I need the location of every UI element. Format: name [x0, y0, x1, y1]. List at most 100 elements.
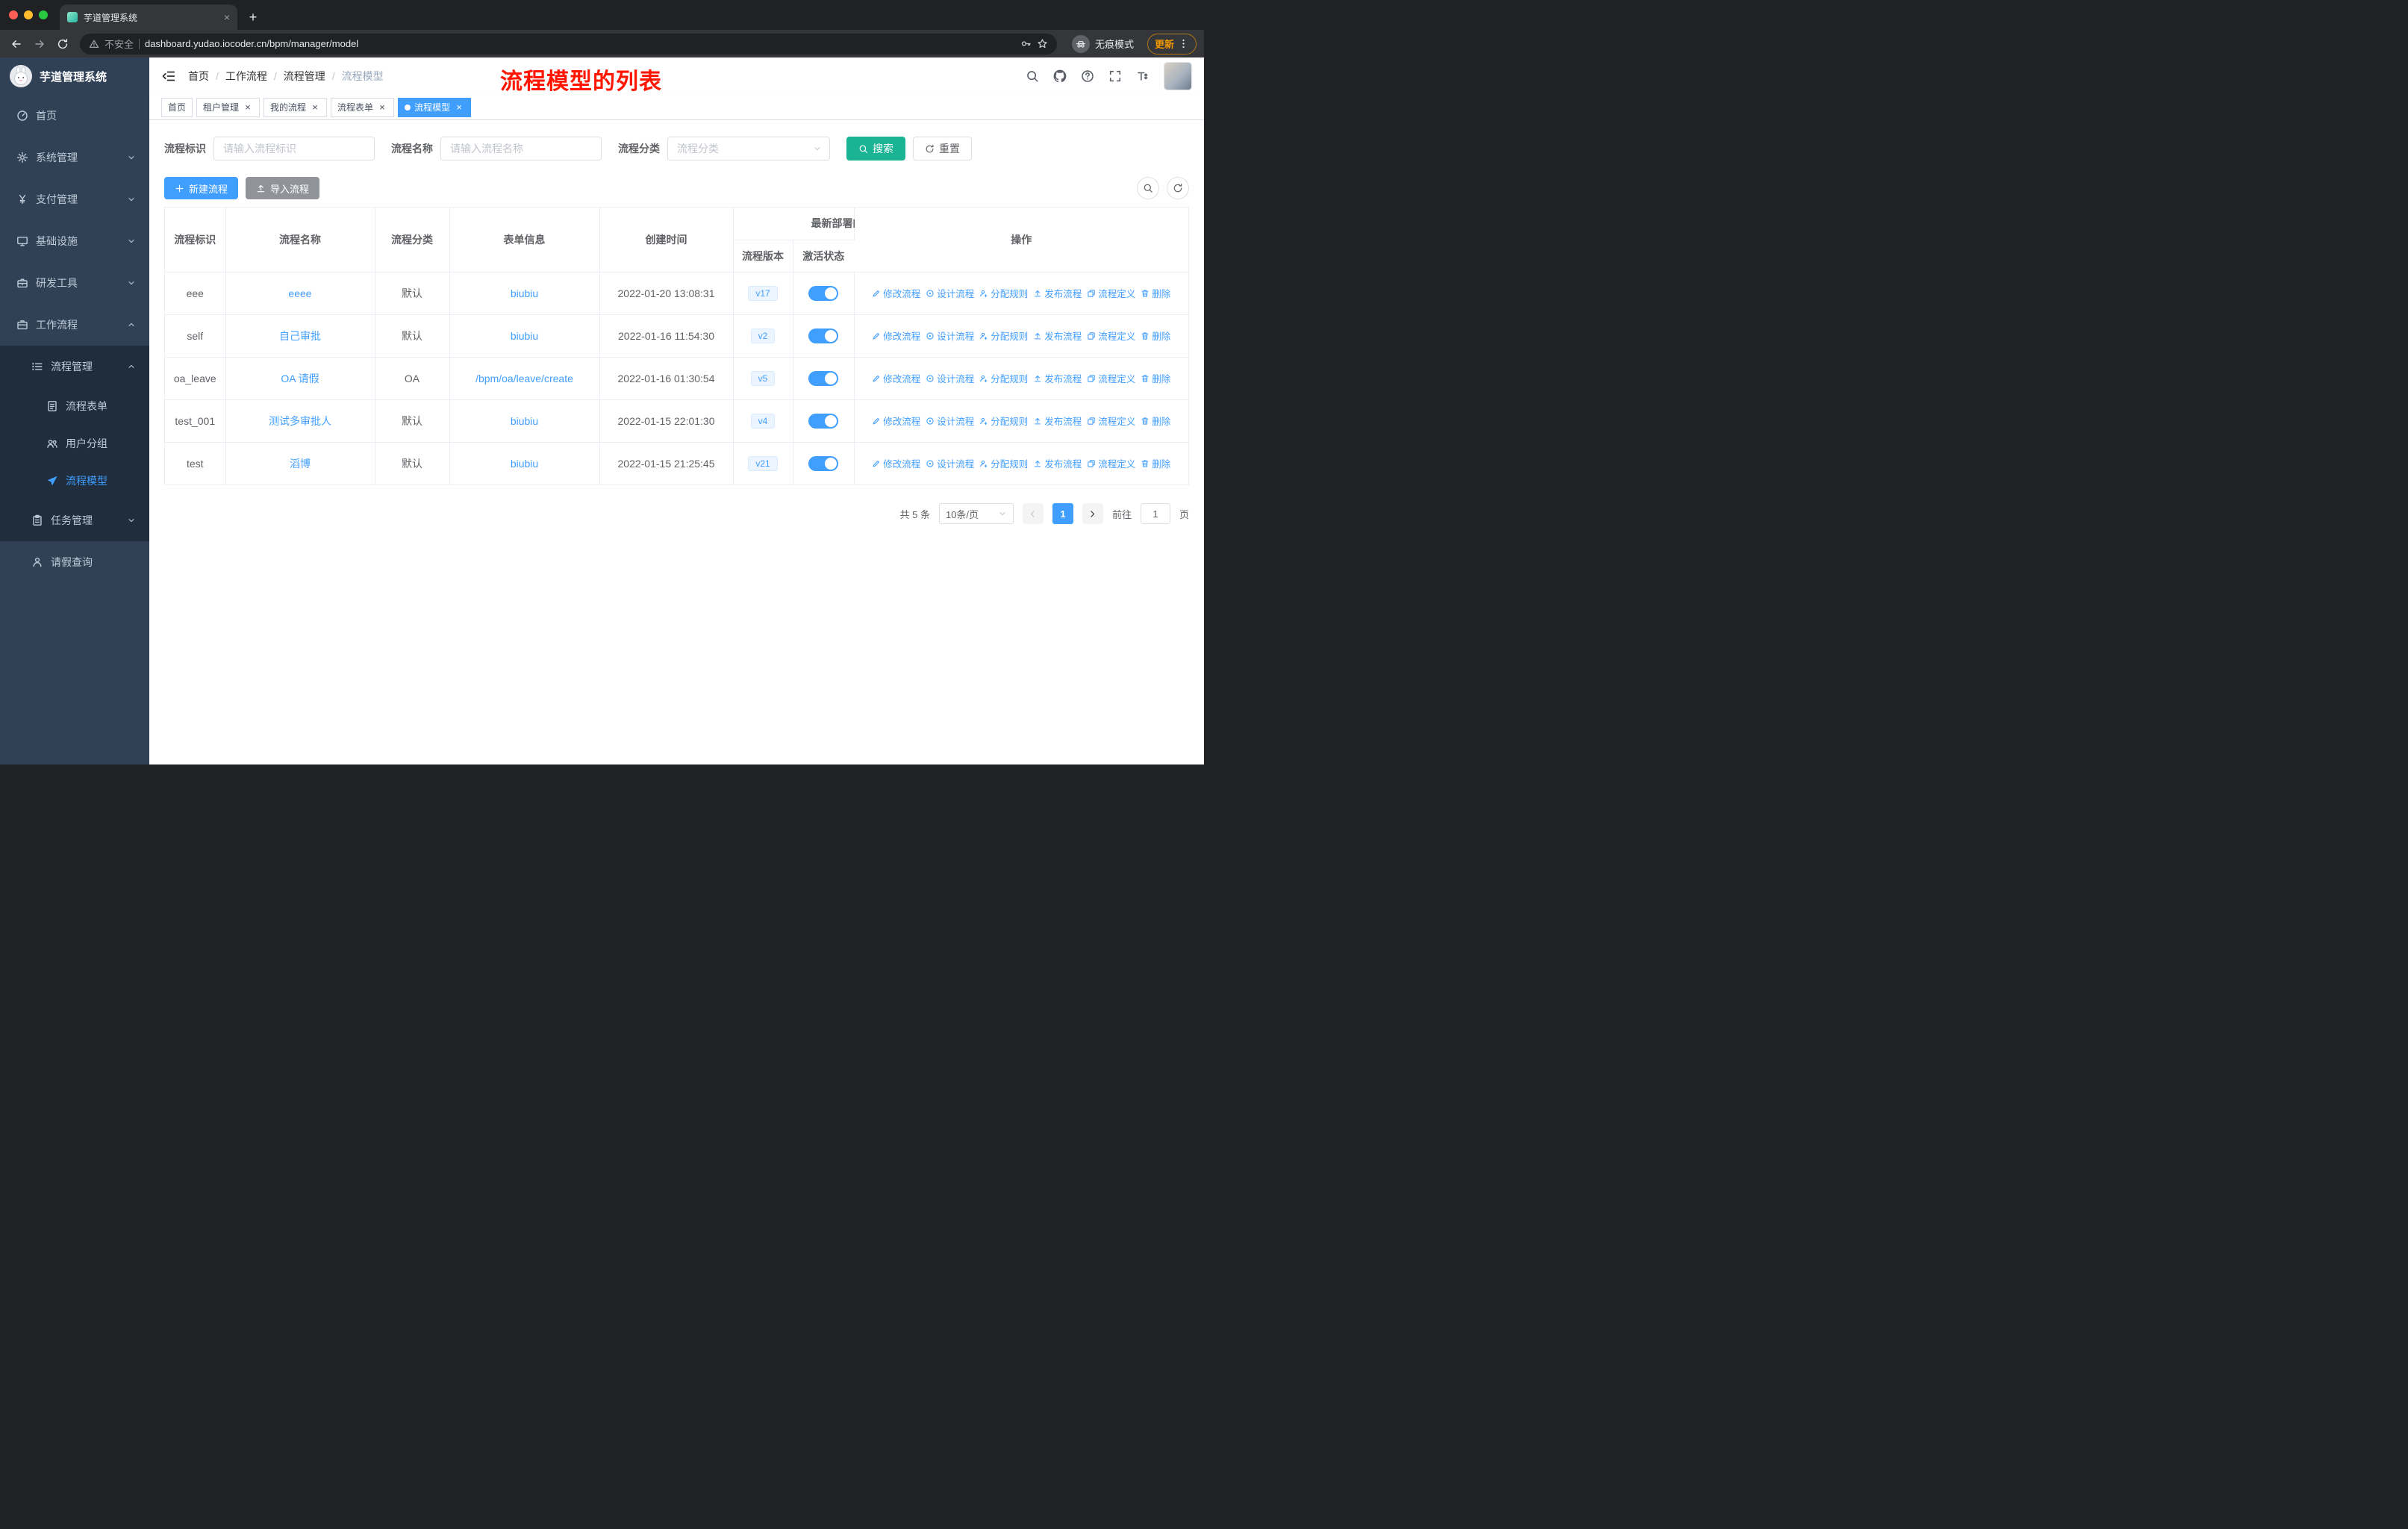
tag-my-process[interactable]: 我的流程 ×: [263, 97, 328, 117]
tag-home[interactable]: 首页: [161, 97, 193, 117]
sidebar-item-workflow[interactable]: 工作流程: [0, 304, 149, 346]
back-icon[interactable]: [6, 34, 26, 54]
user-avatar[interactable]: [1164, 62, 1192, 90]
close-tab-icon[interactable]: ×: [224, 11, 230, 23]
action-edit-link[interactable]: 修改流程: [872, 456, 920, 470]
active-toggle[interactable]: [808, 413, 838, 429]
process-name-link[interactable]: OA 请假: [281, 373, 319, 384]
form-link[interactable]: biubiu: [511, 330, 538, 342]
fullscreen-icon[interactable]: [1108, 69, 1122, 83]
active-toggle[interactable]: [808, 328, 838, 343]
form-link[interactable]: biubiu: [511, 287, 538, 299]
process-name-link[interactable]: eeee: [288, 287, 311, 299]
kebab-menu-icon[interactable]: [1178, 38, 1189, 49]
sidebar-item-process-mgmt[interactable]: 流程管理: [0, 346, 149, 387]
action-delete-link[interactable]: 删除: [1141, 371, 1170, 385]
action-definition-link[interactable]: 流程定义: [1087, 328, 1135, 343]
toggle-search-button[interactable]: [1137, 177, 1159, 199]
key-icon[interactable]: [1020, 38, 1032, 49]
search-button[interactable]: 搜索: [846, 137, 905, 161]
import-process-button[interactable]: 导入流程: [246, 177, 320, 199]
action-definition-link[interactable]: 流程定义: [1087, 371, 1135, 385]
close-tag-icon[interactable]: ×: [310, 102, 320, 113]
active-toggle[interactable]: [808, 285, 838, 301]
sidebar-item-payment[interactable]: 支付管理: [0, 178, 149, 220]
action-edit-link[interactable]: 修改流程: [872, 328, 920, 343]
action-edit-link[interactable]: 修改流程: [872, 414, 920, 428]
breadcrumb-item[interactable]: 工作流程: [225, 69, 267, 84]
zoom-window-button[interactable]: [39, 10, 48, 19]
sidebar-item-leave-query[interactable]: 请假查询: [0, 541, 149, 583]
action-design-link[interactable]: 设计流程: [926, 371, 974, 385]
active-toggle[interactable]: [808, 370, 838, 386]
action-delete-link[interactable]: 删除: [1141, 414, 1170, 428]
sidebar-item-home[interactable]: 首页: [0, 95, 149, 137]
search-icon[interactable]: [1026, 69, 1039, 83]
breadcrumb-item[interactable]: 首页: [188, 69, 209, 84]
action-design-link[interactable]: 设计流程: [926, 414, 974, 428]
bookmark-star-icon[interactable]: [1037, 38, 1048, 49]
url-bar[interactable]: 不安全 dashboard.yudao.iocoder.cn/bpm/manag…: [80, 33, 1057, 55]
goto-page-input[interactable]: [1140, 503, 1170, 524]
action-definition-link[interactable]: 流程定义: [1087, 286, 1135, 300]
next-page-button[interactable]: [1082, 503, 1103, 524]
app-logo[interactable]: 芋道管理系统: [0, 57, 149, 95]
action-edit-link[interactable]: 修改流程: [872, 371, 920, 385]
action-assign-link[interactable]: 分配规则: [979, 371, 1028, 385]
font-size-icon[interactable]: [1136, 69, 1150, 83]
action-publish-link[interactable]: 发布流程: [1033, 371, 1082, 385]
action-delete-link[interactable]: 删除: [1141, 328, 1170, 343]
fold-menu-icon[interactable]: [161, 69, 176, 84]
action-delete-link[interactable]: 删除: [1141, 456, 1170, 470]
action-assign-link[interactable]: 分配规则: [979, 456, 1028, 470]
action-assign-link[interactable]: 分配规则: [979, 286, 1028, 300]
action-design-link[interactable]: 设计流程: [926, 328, 974, 343]
action-assign-link[interactable]: 分配规则: [979, 328, 1028, 343]
prev-page-button[interactable]: [1022, 503, 1044, 524]
sidebar-item-process-form[interactable]: 流程表单: [0, 387, 149, 425]
process-name-link[interactable]: 滔博: [290, 458, 311, 470]
form-link[interactable]: biubiu: [511, 458, 538, 470]
create-process-button[interactable]: 新建流程: [164, 177, 239, 199]
action-delete-link[interactable]: 删除: [1141, 286, 1170, 300]
sidebar-item-process-model[interactable]: 流程模型: [0, 462, 149, 499]
help-icon[interactable]: [1081, 69, 1094, 83]
reload-icon[interactable]: [52, 34, 72, 54]
close-tag-icon[interactable]: ×: [377, 102, 387, 113]
action-publish-link[interactable]: 发布流程: [1033, 286, 1082, 300]
close-tag-icon[interactable]: ×: [454, 102, 464, 113]
close-window-button[interactable]: [9, 10, 18, 19]
breadcrumb-item[interactable]: 流程管理: [284, 69, 325, 84]
action-definition-link[interactable]: 流程定义: [1087, 456, 1135, 470]
process-name-link[interactable]: 测试多审批人: [269, 415, 331, 427]
reset-button[interactable]: 重置: [913, 137, 972, 161]
action-design-link[interactable]: 设计流程: [926, 286, 974, 300]
new-tab-button[interactable]: +: [242, 6, 264, 28]
page-number-button[interactable]: 1: [1052, 503, 1073, 524]
action-publish-link[interactable]: 发布流程: [1033, 414, 1082, 428]
sidebar-item-task-mgmt[interactable]: 任务管理: [0, 499, 149, 541]
browser-tab[interactable]: 芋道管理系统 ×: [60, 4, 237, 30]
tag-process-model[interactable]: 流程模型 ×: [398, 97, 472, 117]
action-publish-link[interactable]: 发布流程: [1033, 456, 1082, 470]
process-category-select[interactable]: 流程分类: [667, 137, 830, 161]
sidebar-item-user-group[interactable]: 用户分组: [0, 425, 149, 462]
minimize-window-button[interactable]: [24, 10, 33, 19]
action-assign-link[interactable]: 分配规则: [979, 414, 1028, 428]
update-button[interactable]: 更新: [1147, 33, 1197, 55]
github-icon[interactable]: [1053, 69, 1067, 83]
security-label[interactable]: 不安全: [105, 37, 134, 51]
action-publish-link[interactable]: 发布流程: [1033, 328, 1082, 343]
action-edit-link[interactable]: 修改流程: [872, 286, 920, 300]
active-toggle[interactable]: [808, 455, 838, 471]
close-tag-icon[interactable]: ×: [243, 102, 253, 113]
sidebar-item-devtools[interactable]: 研发工具: [0, 262, 149, 304]
action-definition-link[interactable]: 流程定义: [1087, 414, 1135, 428]
tag-tenant[interactable]: 租户管理 ×: [196, 97, 261, 117]
form-link[interactable]: /bpm/oa/leave/create: [475, 373, 573, 384]
process-name-link[interactable]: 自己审批: [279, 330, 321, 342]
process-key-input[interactable]: [213, 137, 375, 161]
action-design-link[interactable]: 设计流程: [926, 456, 974, 470]
refresh-table-button[interactable]: [1167, 177, 1189, 199]
page-size-select[interactable]: 10条/页: [938, 503, 1014, 524]
